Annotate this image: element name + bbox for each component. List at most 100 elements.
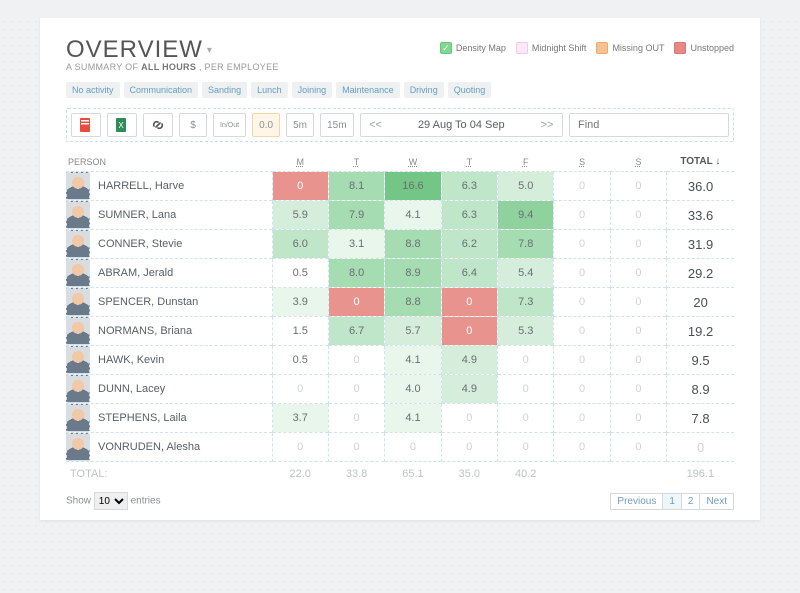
filter-chip[interactable]: Quoting — [448, 82, 492, 98]
hours-cell[interactable]: 0 — [329, 288, 384, 316]
table-row[interactable]: HAWK, Kevin0.504.14.90009.5 — [66, 346, 734, 375]
legend-density[interactable]: Density Map — [440, 42, 506, 54]
hours-cell[interactable]: 4.1 — [385, 404, 440, 432]
hours-cell[interactable]: 3.7 — [273, 404, 328, 432]
hours-cell[interactable]: 6.0 — [273, 230, 328, 258]
hours-cell[interactable]: 7.3 — [498, 288, 553, 316]
search-input[interactable] — [569, 113, 729, 137]
hours-cell[interactable]: 8.8 — [385, 230, 440, 258]
round-5m[interactable]: 5m — [286, 113, 314, 137]
export-excel-button[interactable]: X — [107, 113, 137, 137]
hours-cell[interactable]: 0 — [611, 201, 666, 229]
filter-chip[interactable]: Joining — [292, 82, 333, 98]
legend-missing[interactable]: Missing OUT — [596, 42, 664, 54]
filter-chip[interactable]: Communication — [124, 82, 199, 98]
hours-cell[interactable]: 0 — [554, 230, 609, 258]
hours-cell[interactable]: 5.3 — [498, 317, 553, 345]
table-row[interactable]: ABRAM, Jerald0.58.08.96.45.40029.2 — [66, 259, 734, 288]
col-day-sat[interactable]: S — [554, 150, 610, 172]
hours-cell[interactable]: 0 — [329, 433, 384, 461]
filter-chip[interactable]: Driving — [404, 82, 444, 98]
currency-toggle[interactable]: $ — [179, 113, 207, 137]
col-day-thu[interactable]: T — [441, 150, 497, 172]
date-prev-button[interactable]: << — [361, 119, 391, 131]
hours-cell[interactable]: 0 — [273, 433, 328, 461]
filter-chip[interactable]: Maintenance — [336, 82, 400, 98]
hours-cell[interactable]: 0 — [611, 375, 666, 403]
hours-cell[interactable]: 0 — [611, 230, 666, 258]
hours-cell[interactable]: 0 — [554, 172, 609, 200]
hours-cell[interactable]: 5.7 — [385, 317, 440, 345]
legend-unstopped[interactable]: Unstopped — [674, 42, 734, 54]
date-range-label[interactable]: 29 Aug To 04 Sep — [391, 119, 532, 131]
hours-cell[interactable]: 0 — [554, 201, 609, 229]
hours-cell[interactable]: 0 — [329, 404, 384, 432]
hours-cell[interactable]: 8.9 — [385, 259, 440, 287]
hours-cell[interactable]: 0 — [498, 375, 553, 403]
hours-cell[interactable]: 6.3 — [442, 172, 497, 200]
table-row[interactable]: HARRELL, Harve08.116.66.35.00036.0 — [66, 172, 734, 201]
hours-cell[interactable]: 0 — [611, 288, 666, 316]
inout-toggle[interactable]: In/Out — [213, 113, 246, 137]
hours-cell[interactable]: 0 — [554, 404, 609, 432]
hours-cell[interactable]: 16.6 — [385, 172, 440, 200]
next-page-button[interactable]: Next — [699, 493, 734, 510]
hours-cell[interactable]: 0 — [442, 433, 497, 461]
hours-cell[interactable]: 8.8 — [385, 288, 440, 316]
hours-cell[interactable]: 5.9 — [273, 201, 328, 229]
hours-cell[interactable]: 0 — [611, 404, 666, 432]
hours-cell[interactable]: 4.1 — [385, 201, 440, 229]
hours-cell[interactable]: 0 — [273, 375, 328, 403]
hours-cell[interactable]: 7.9 — [329, 201, 384, 229]
hours-cell[interactable]: 9.4 — [498, 201, 553, 229]
hours-cell[interactable]: 0.5 — [273, 259, 328, 287]
col-day-fri[interactable]: F — [498, 150, 554, 172]
hours-cell[interactable]: 0 — [442, 317, 497, 345]
table-row[interactable]: SUMNER, Lana5.97.94.16.39.40033.6 — [66, 201, 734, 230]
table-row[interactable]: CONNER, Stevie6.03.18.86.27.80031.9 — [66, 230, 734, 259]
table-row[interactable]: VONRUDEN, Alesha00000000 — [66, 433, 734, 462]
hours-cell[interactable]: 0 — [611, 317, 666, 345]
table-row[interactable]: NORMANS, Briana1.56.75.705.30019.2 — [66, 317, 734, 346]
hours-cell[interactable]: 0 — [554, 375, 609, 403]
hours-cell[interactable]: 8.0 — [329, 259, 384, 287]
hours-cell[interactable]: 0 — [498, 346, 553, 374]
hours-cell[interactable]: 0 — [611, 346, 666, 374]
hours-cell[interactable]: 6.7 — [329, 317, 384, 345]
hours-cell[interactable]: 4.0 — [385, 375, 440, 403]
hours-cell[interactable]: 6.2 — [442, 230, 497, 258]
filter-chip[interactable]: No activity — [66, 82, 120, 98]
hours-cell[interactable]: 0 — [385, 433, 440, 461]
export-pdf-button[interactable] — [71, 113, 101, 137]
col-total[interactable]: TOTAL ↓ — [667, 150, 734, 172]
hours-cell[interactable]: 0 — [611, 433, 666, 461]
page-2-button[interactable]: 2 — [681, 493, 701, 510]
hours-cell[interactable]: 3.1 — [329, 230, 384, 258]
hours-cell[interactable]: 0 — [442, 404, 497, 432]
hours-cell[interactable]: 0 — [329, 375, 384, 403]
hours-cell[interactable]: 0 — [442, 288, 497, 316]
table-row[interactable]: STEPHENS, Laila3.704.100007.8 — [66, 404, 734, 433]
col-person[interactable]: PERSON — [66, 150, 272, 172]
date-next-button[interactable]: >> — [532, 119, 562, 131]
hours-cell[interactable]: 8.1 — [329, 172, 384, 200]
link-button[interactable] — [143, 113, 173, 137]
hours-cell[interactable]: 5.4 — [498, 259, 553, 287]
hours-cell[interactable]: 0 — [611, 172, 666, 200]
hours-cell[interactable]: 0 — [273, 172, 328, 200]
page-1-button[interactable]: 1 — [662, 493, 682, 510]
hours-cell[interactable]: 7.8 — [498, 230, 553, 258]
hours-cell[interactable]: 0 — [554, 259, 609, 287]
hours-cell[interactable]: 3.9 — [273, 288, 328, 316]
table-row[interactable]: DUNN, Lacey004.04.90008.9 — [66, 375, 734, 404]
page-title[interactable]: OVERVIEW ▾ — [66, 36, 213, 64]
legend-midnight[interactable]: Midnight Shift — [516, 42, 587, 54]
hours-cell[interactable]: 4.1 — [385, 346, 440, 374]
hours-cell[interactable]: 0 — [611, 259, 666, 287]
hours-cell[interactable]: 0 — [554, 433, 609, 461]
col-day-mon[interactable]: M — [272, 150, 328, 172]
table-row[interactable]: SPENCER, Dunstan3.908.807.30020 — [66, 288, 734, 317]
hours-cell[interactable]: 4.9 — [442, 375, 497, 403]
filter-chip[interactable]: Sanding — [202, 82, 247, 98]
filter-chip[interactable]: Lunch — [251, 82, 288, 98]
